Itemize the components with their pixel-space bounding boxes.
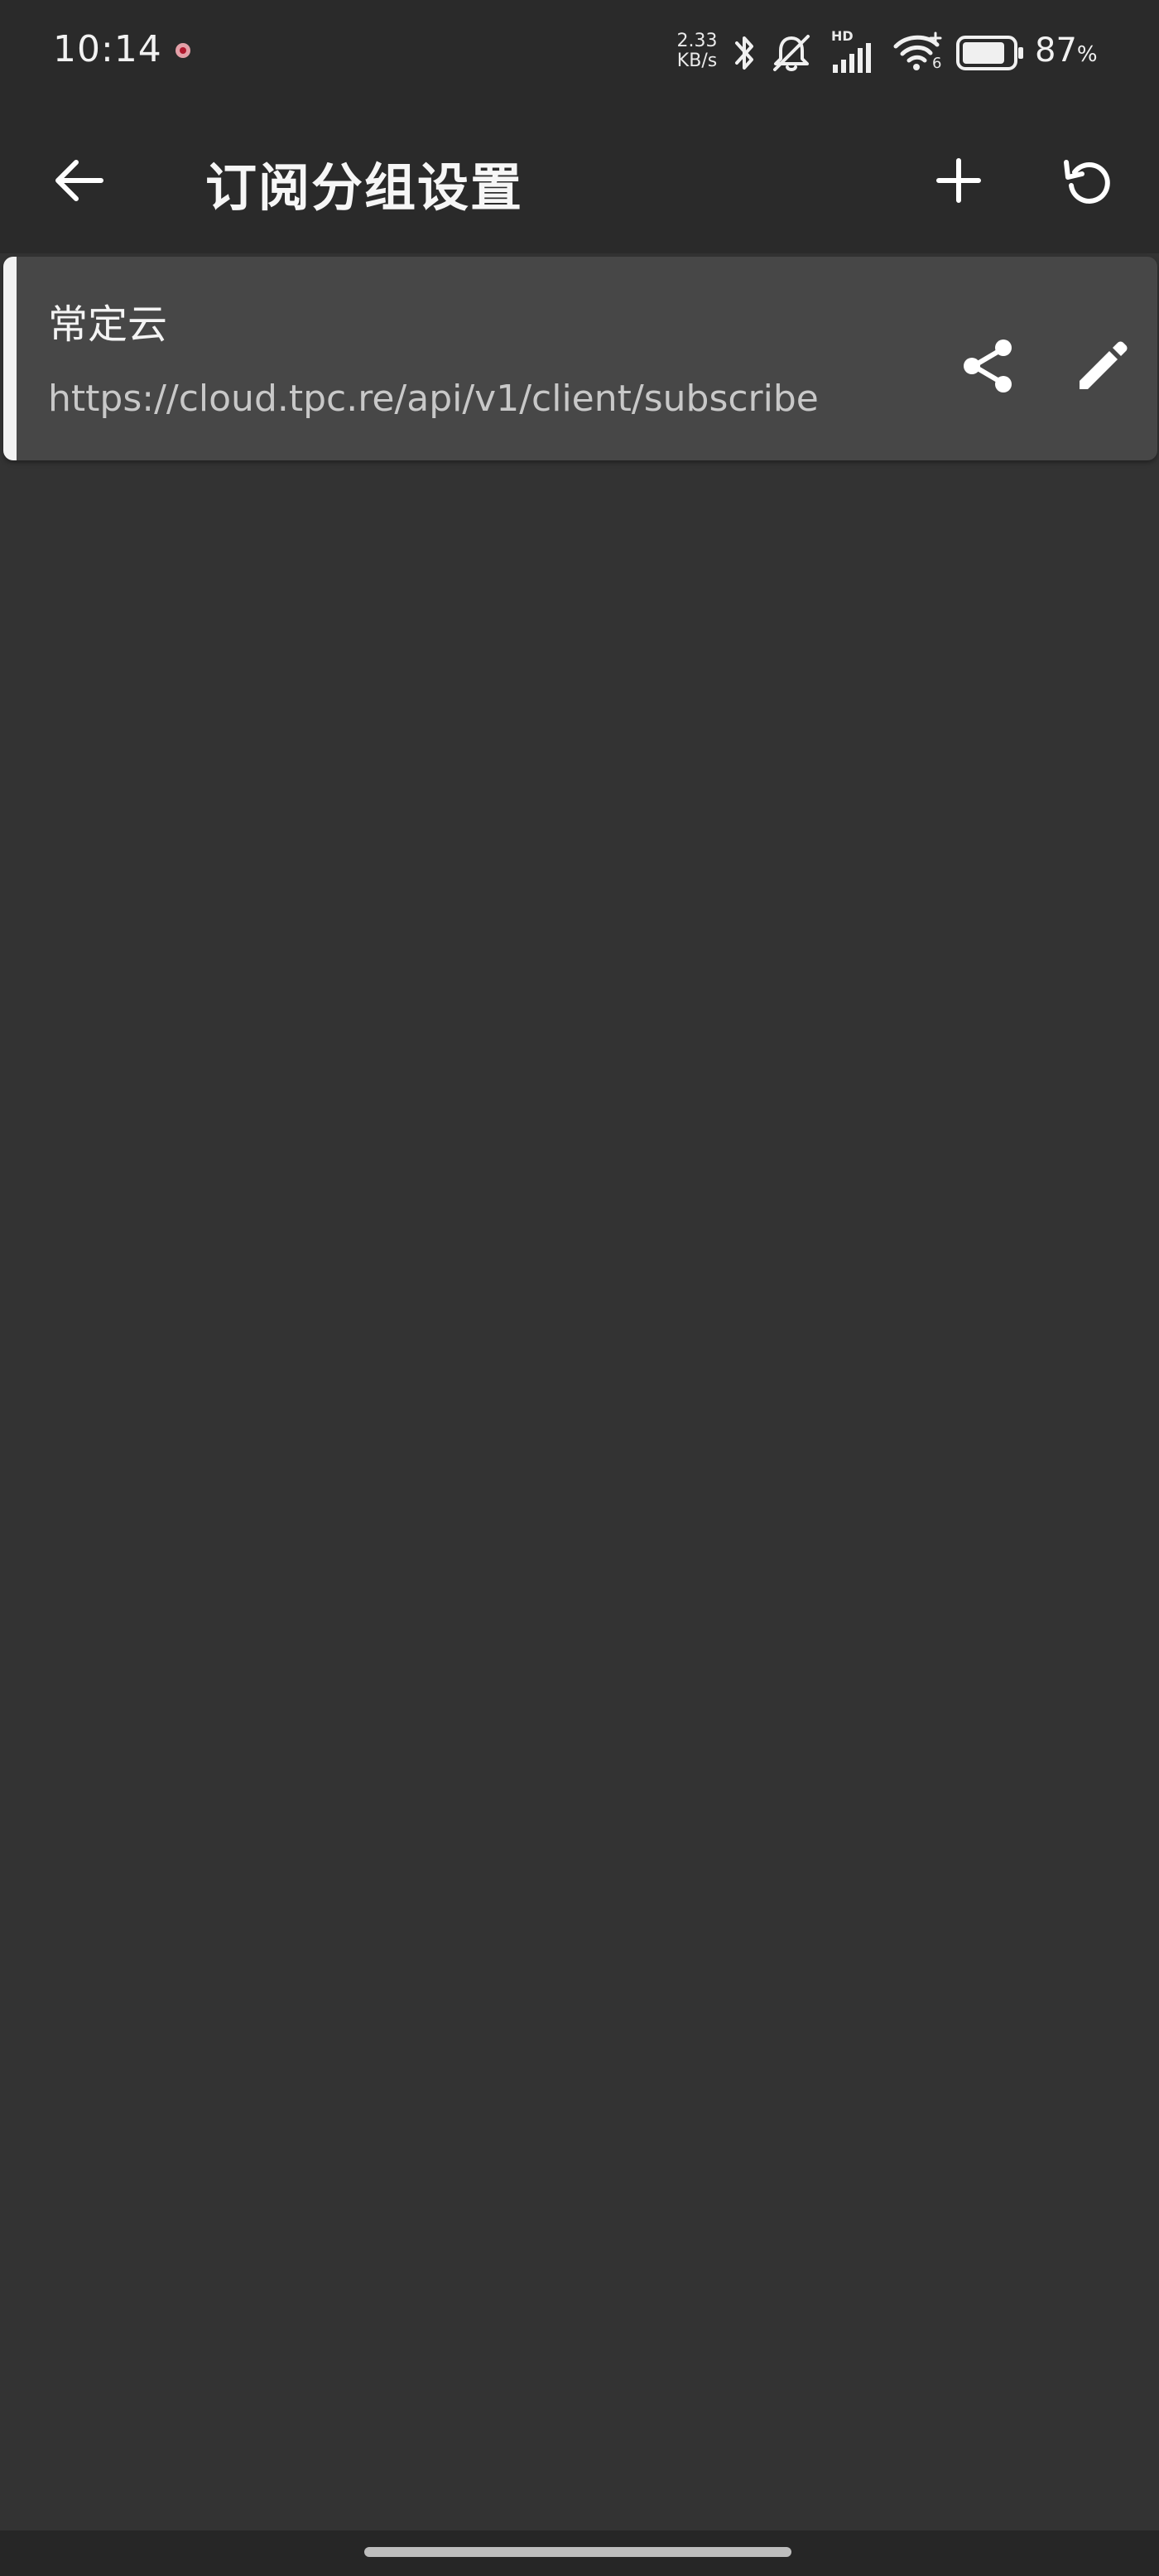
back-button[interactable]	[46, 147, 113, 214]
add-subscription-button[interactable]	[926, 147, 992, 214]
battery-percent-value: 87	[1035, 31, 1077, 70]
edit-button[interactable]	[1070, 333, 1136, 399]
battery-icon	[956, 36, 1023, 70]
refresh-button[interactable]	[1056, 147, 1123, 214]
mute-bell-icon	[773, 35, 810, 71]
battery-percent-unit: %	[1076, 42, 1098, 67]
navigation-bar	[0, 2530, 1159, 2576]
page-title: 订阅分组设置	[205, 157, 524, 218]
share-button[interactable]	[955, 333, 1022, 399]
subscription-url: https://cloud.tpc.re/api/v1/client/subsc…	[48, 378, 819, 420]
signal-hd-badge: HD	[831, 28, 854, 44]
share-icon	[964, 339, 1012, 392]
network-speed-unit: KB/s	[676, 51, 718, 71]
network-speed-value: 2.33	[676, 31, 718, 51]
status-time: 10:14	[53, 28, 162, 70]
app-bar: 订阅分组设置	[0, 104, 1159, 253]
bluetooth-icon	[735, 36, 753, 70]
back-arrow-icon	[55, 160, 103, 201]
add-icon	[936, 158, 981, 203]
status-bar: 10:14 2.33 KB/s HD 6 87%	[0, 0, 1159, 104]
selected-indicator	[3, 257, 17, 460]
home-gesture-handle[interactable]	[364, 2547, 791, 2557]
edit-pencil-icon	[1080, 341, 1128, 389]
subscription-card[interactable]: 常定云 https://cloud.tpc.re/api/v1/client/s…	[3, 257, 1157, 460]
recording-dot-icon	[176, 43, 190, 58]
subscription-name: 常定云	[48, 301, 168, 348]
wifi-badge: 6	[932, 55, 942, 72]
battery-percent: 87%	[1035, 31, 1098, 70]
network-speed: 2.33 KB/s	[672, 31, 722, 71]
cell-signal-icon	[833, 43, 871, 73]
refresh-icon	[1064, 160, 1110, 204]
